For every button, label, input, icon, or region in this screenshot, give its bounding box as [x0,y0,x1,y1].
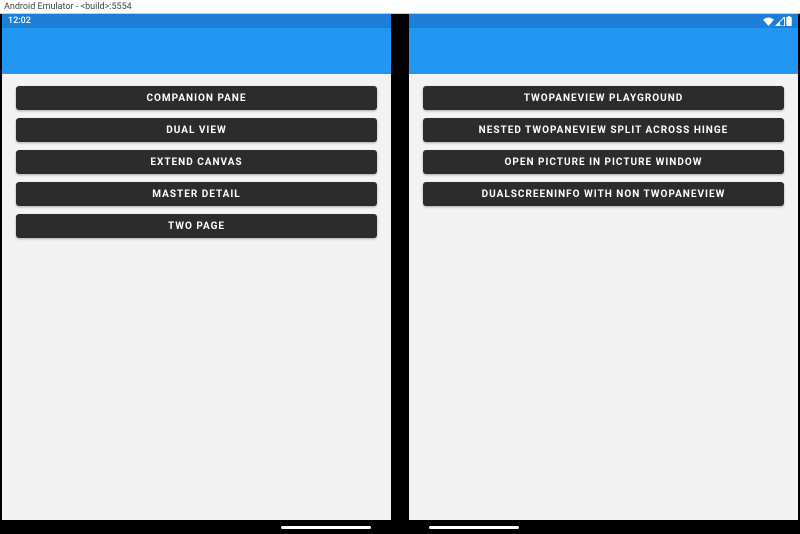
status-time: 12:02 [8,16,31,26]
nav-bar-right [409,520,798,534]
status-bar-left: 12:02 [2,14,391,28]
picture-in-picture-button[interactable]: OPEN PICTURE IN PICTURE WINDOW [423,150,784,174]
button-label: OPEN PICTURE IN PICTURE WINDOW [505,157,703,168]
button-label: TWO PAGE [168,221,225,232]
dualscreeninfo-button[interactable]: DUALSCREENINFO WITH NON TWOPANEVIEW [423,182,784,206]
left-content: COMPANION PANE DUAL VIEW EXTEND CANVAS M… [2,74,391,520]
twopaneview-playground-button[interactable]: TWOPANEVIEW PLAYGROUND [423,86,784,110]
app-bar-right [409,28,798,74]
extend-canvas-button[interactable]: EXTEND CANVAS [16,150,377,174]
two-page-button[interactable]: TWO PAGE [16,214,377,238]
right-screen: TWOPANEVIEW PLAYGROUND NESTED TWOPANEVIE… [409,14,800,534]
hinge [391,14,409,534]
status-bar-right [409,14,798,28]
left-screen: 12:02 COMPANION PANE DUAL VIEW EXTEND CA… [0,14,391,534]
app-bar-left [2,28,391,74]
button-label: DUALSCREENINFO WITH NON TWOPANEVIEW [482,189,726,200]
wifi-icon [763,17,774,26]
nav-indicator-icon[interactable] [429,526,519,529]
button-label: TWOPANEVIEW PLAYGROUND [524,93,684,104]
button-label: DUAL VIEW [166,125,226,136]
right-content: TWOPANEVIEW PLAYGROUND NESTED TWOPANEVIE… [409,74,798,520]
companion-pane-button[interactable]: COMPANION PANE [16,86,377,110]
nav-indicator-icon[interactable] [281,526,371,529]
button-label: MASTER DETAIL [152,189,240,200]
dual-view-button[interactable]: DUAL VIEW [16,118,377,142]
window-title: Android Emulator - <build>:5554 [4,2,132,12]
button-label: EXTEND CANVAS [150,157,242,168]
status-icons [763,16,792,26]
device-frame: 12:02 COMPANION PANE DUAL VIEW EXTEND CA… [0,14,800,534]
battery-icon [786,16,792,26]
window-title-bar: Android Emulator - <build>:5554 [0,0,800,14]
button-label: COMPANION PANE [146,93,246,104]
master-detail-button[interactable]: MASTER DETAIL [16,182,377,206]
nav-bar-left [2,520,391,534]
button-label: NESTED TWOPANEVIEW SPLIT ACROSS HINGE [479,125,729,136]
signal-icon [775,17,785,26]
nested-twopaneview-button[interactable]: NESTED TWOPANEVIEW SPLIT ACROSS HINGE [423,118,784,142]
